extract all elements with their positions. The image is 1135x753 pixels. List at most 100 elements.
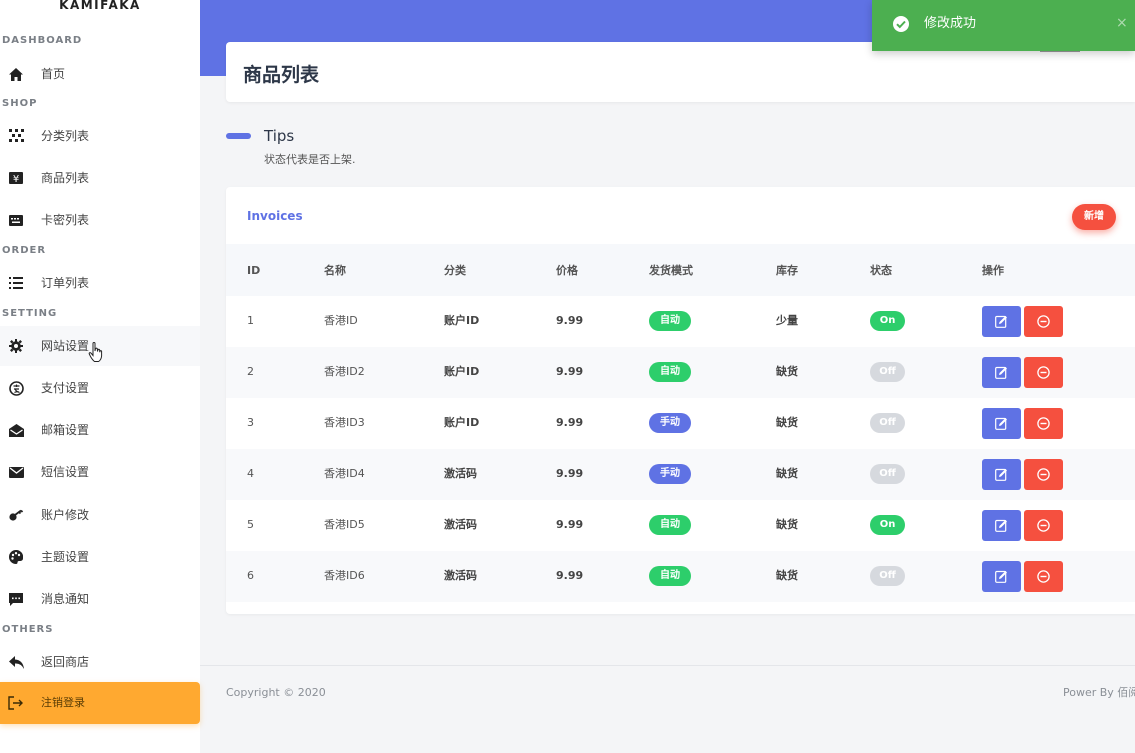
delete-button[interactable] — [1024, 510, 1063, 541]
sidebar-item-mail-settings[interactable]: 邮箱设置 — [0, 410, 200, 450]
cell-stock: 缺货 — [776, 416, 798, 429]
sidebar-item-label: 支付设置 — [41, 381, 90, 395]
sidebar-item-product-list[interactable]: ¥ 商品列表 — [0, 158, 200, 198]
sidebar-item-account-edit[interactable]: 账户修改 — [0, 495, 200, 535]
table-row: 6 香港ID6 激活码 9.99 自动 缺货 Off — [226, 551, 1135, 602]
sidebar-item-sms-settings[interactable]: 短信设置 — [0, 452, 200, 492]
footer-copyright: Copyright © 2020 — [226, 686, 326, 699]
message-icon — [8, 591, 24, 607]
delivery-mode-badge: 自动 — [649, 362, 691, 382]
sidebar-item-theme-settings[interactable]: 主题设置 — [0, 537, 200, 577]
sidebar-item-notifications[interactable]: 消息通知 — [0, 579, 200, 619]
status-toggle[interactable]: On — [870, 311, 905, 331]
home-icon — [8, 66, 24, 82]
order-list-icon — [8, 275, 24, 291]
delivery-mode-badge: 手动 — [649, 464, 691, 484]
edit-icon — [995, 519, 1007, 532]
delivery-mode-badge: 自动 — [649, 311, 691, 331]
sidebar-item-label: 返回商店 — [41, 655, 90, 669]
cell-name: 香港ID5 — [324, 518, 365, 531]
sidebar-item-category-list[interactable]: 分类列表 — [0, 116, 200, 156]
hand-cursor-icon — [88, 342, 103, 362]
cell-stock: 缺货 — [776, 518, 798, 531]
cell-category: 激活码 — [444, 518, 477, 531]
column-header-category: 分类 — [444, 264, 466, 277]
success-toast: 修改成功 × — [872, 0, 1135, 51]
section-setting: SETTING — [2, 308, 58, 319]
edit-button[interactable] — [982, 408, 1021, 439]
minus-circle-icon — [1037, 570, 1050, 583]
cell-category: 激活码 — [444, 467, 477, 480]
sidebar-item-back-to-store[interactable]: 返回商店 — [0, 642, 200, 682]
invoices-card: Invoices 新增 ID 名称 分类 价格 发货模式 库存 状态 操作 1 香… — [226, 187, 1135, 614]
status-toggle[interactable]: Off — [870, 464, 905, 484]
cell-name: 香港ID4 — [324, 467, 365, 480]
cell-id: 5 — [247, 518, 254, 531]
sidebar-item-label: 邮箱设置 — [41, 423, 90, 437]
delivery-mode-badge: 手动 — [649, 413, 691, 433]
logout-button[interactable]: 注销登录 — [0, 682, 200, 724]
delete-button[interactable] — [1024, 459, 1063, 490]
column-header-name: 名称 — [324, 264, 346, 277]
edit-button[interactable] — [982, 357, 1021, 388]
cell-stock: 少量 — [776, 314, 798, 327]
mailbox-icon — [8, 422, 24, 438]
brand-logo[interactable]: KAMIFAKA — [0, 0, 200, 18]
payment-icon — [8, 380, 24, 396]
cell-price: 9.99 — [556, 314, 584, 327]
cell-stock: 缺货 — [776, 365, 798, 378]
minus-circle-icon — [1037, 519, 1050, 532]
cell-id: 3 — [247, 416, 254, 429]
status-toggle[interactable]: Off — [870, 362, 905, 382]
logout-icon — [8, 695, 24, 711]
column-header-delivery-mode: 发货模式 — [649, 264, 693, 277]
status-toggle[interactable]: Off — [870, 566, 905, 586]
status-toggle[interactable]: On — [870, 515, 905, 535]
tips-accent-bar — [226, 133, 251, 139]
cell-stock: 缺货 — [776, 467, 798, 480]
sms-envelope-icon — [8, 464, 24, 480]
edit-button[interactable] — [982, 306, 1021, 337]
table-row: 1 香港ID 账户ID 9.99 自动 少量 On — [226, 296, 1135, 347]
column-header-id: ID — [247, 264, 261, 277]
add-product-button[interactable]: 新增 — [1072, 204, 1116, 230]
toast-close-icon[interactable]: × — [1116, 15, 1128, 31]
category-icon — [8, 128, 24, 144]
edit-button[interactable] — [982, 561, 1021, 592]
edit-icon — [995, 417, 1007, 430]
minus-circle-icon — [1037, 417, 1050, 430]
sidebar-item-home[interactable]: 首页 — [0, 54, 200, 94]
delete-button[interactable] — [1024, 408, 1063, 439]
status-toggle[interactable]: Off — [870, 413, 905, 433]
table-header: ID 名称 分类 价格 发货模式 库存 状态 操作 — [226, 244, 1135, 296]
section-others: OTHERS — [2, 624, 54, 635]
footer-divider — [200, 665, 1135, 666]
logout-label: 注销登录 — [41, 696, 85, 709]
sidebar-item-card-key-list[interactable]: 卡密列表 — [0, 200, 200, 240]
sidebar-item-label: 短信设置 — [41, 465, 90, 479]
section-dashboard: DASHBOARD — [2, 35, 83, 46]
cell-price: 9.99 — [556, 467, 584, 480]
edit-icon — [995, 468, 1007, 481]
sidebar: KAMIFAKA DASHBOARD 首页 SHOP 分类列表 ¥ 商品列表 卡… — [0, 0, 200, 753]
sidebar-item-label: 商品列表 — [41, 171, 90, 185]
toast-message: 修改成功 — [924, 16, 977, 31]
gear-icon — [8, 338, 24, 354]
page-title-card: 商品列表 — [226, 42, 1135, 102]
delete-button[interactable] — [1024, 306, 1063, 337]
cell-price: 9.99 — [556, 365, 584, 378]
sidebar-item-payment-settings[interactable]: 支付设置 — [0, 368, 200, 408]
minus-circle-icon — [1037, 366, 1050, 379]
card-key-icon — [8, 212, 24, 228]
delete-button[interactable] — [1024, 561, 1063, 592]
delivery-mode-badge: 自动 — [649, 566, 691, 586]
edit-button[interactable] — [982, 510, 1021, 541]
sidebar-item-order-list[interactable]: 订单列表 — [0, 263, 200, 303]
cell-category: 账户ID — [444, 416, 480, 429]
sidebar-item-label: 主题设置 — [41, 550, 90, 564]
edit-button[interactable] — [982, 459, 1021, 490]
minus-circle-icon — [1037, 315, 1050, 328]
tips-text: 状态代表是否上架. — [264, 153, 356, 166]
column-header-actions: 操作 — [982, 264, 1004, 277]
delete-button[interactable] — [1024, 357, 1063, 388]
